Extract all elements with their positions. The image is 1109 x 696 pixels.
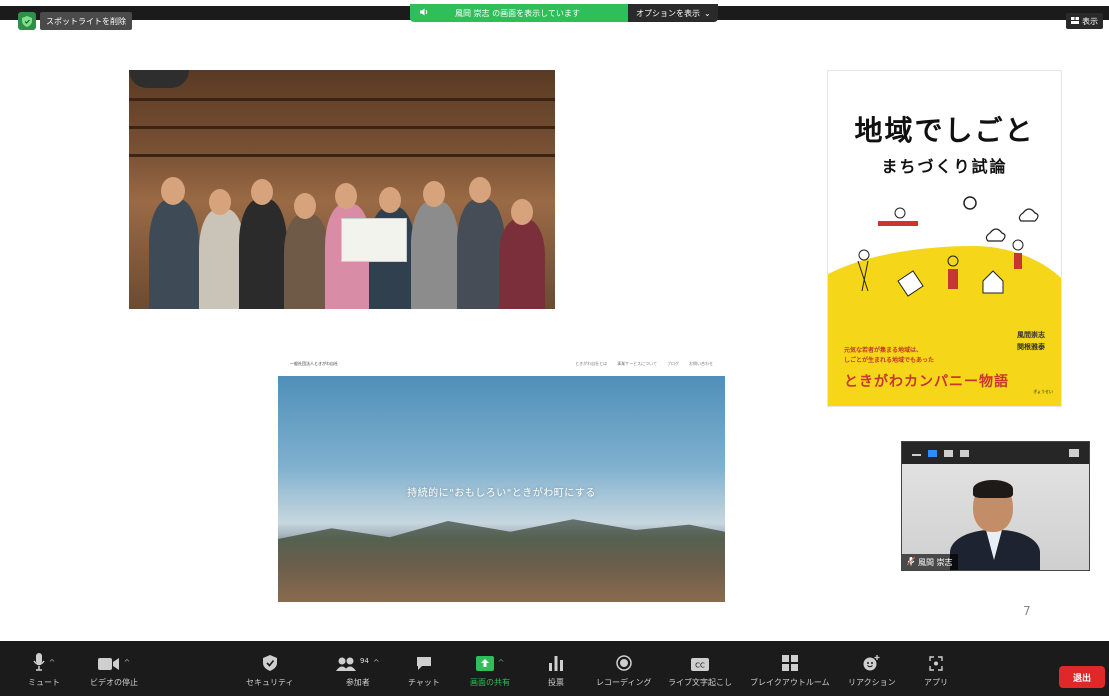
leave-meeting-button[interactable]: 退出 [1059,666,1105,688]
record-label: レコーディング [596,678,652,687]
breakout-rooms-label: ブレイクアウトルーム [750,678,830,687]
record-button[interactable]: レコーディング [596,641,651,696]
record-icon [615,655,632,671]
exit-fullscreen-icon[interactable] [1069,449,1079,457]
share-screen-icon [475,656,494,671]
live-transcript-label: ライブ文字起こし [668,678,732,687]
zoom-window: スポットライトを削除 風岡 崇志 の画面を表示しています オプションを表示 ⌄ … [0,0,1109,696]
mic-muted-icon [906,556,916,568]
website-tagline: 持続的に"おもしろい"ときがわ町にする [407,488,596,499]
message-board [341,218,407,262]
reactions-label: リアクション [848,678,896,687]
participant-video[interactable]: 風間 崇志 [901,441,1090,571]
reactions-button[interactable]: リアクション [848,641,896,696]
website-brand: 一般社団法人ときがわ自社 [290,361,338,366]
lamp [129,70,189,88]
view-options-button[interactable]: オプションを表示 ⌄ [628,4,718,22]
security-label: セキュリティ [246,678,294,687]
book-author-1: 風間崇志 [1017,331,1045,339]
shelf [129,126,555,129]
website-nav-links: ときがわ自社とは 事業サービスについて ブログ お問い合わせ [575,361,713,367]
apps-button[interactable]: アプリ [924,641,948,696]
view-options-label: オプションを表示 [636,8,700,18]
apps-icon [929,656,943,671]
book-description-line: 元気な若者が集まる地域は、 [844,347,923,354]
view-mode-button[interactable]: 表示 [1066,13,1103,29]
participants-label: 参加者 [345,678,370,687]
gallery-view-icon[interactable] [960,449,969,457]
chat-button[interactable]: チャット [408,641,440,696]
website-nav-item: 事業サービスについて [617,361,657,366]
group-photo [129,70,555,309]
participants-button[interactable]: 94 ^ 参加者 [336,641,380,696]
chevron-up-icon[interactable]: ^ [373,658,380,667]
chat-label: チャット [408,678,440,687]
share-screen-button[interactable]: ^ 画面の共有 [470,641,510,696]
security-shield-icon[interactable] [18,12,36,30]
breakout-rooms-icon [781,655,798,671]
website-mountains [278,519,725,602]
speaker-icon [420,8,429,18]
polls-label: 投票 [548,678,564,687]
view-mode-label: 表示 [1082,16,1098,26]
book-description-line: しごとが生まれる地域でもあった [844,357,935,364]
live-transcript-button[interactable]: CC ライブ文字起こし [668,641,732,696]
screen-share-banner: 風岡 崇志 の画面を表示しています オプションを表示 ⌄ [410,4,718,22]
slide-page-number: 7 [1023,604,1031,618]
strip-view-icon[interactable] [944,449,953,457]
shelf [129,98,555,101]
share-banner-text: 風岡 崇志 の画面を表示しています [455,8,580,18]
polls-button[interactable]: 投票 [548,641,564,696]
book-publisher: ぎょうせい [1033,389,1053,394]
stop-video-button[interactable]: ^ ビデオの停止 [90,641,138,696]
participants-count: 94 [360,657,369,665]
book-author-2: 関根雅泰 [1017,343,1045,351]
share-banner-status: 風岡 崇志 の画面を表示しています [410,4,628,22]
book-subtitle: まちづくり試論 [881,157,1008,176]
chevron-down-icon: ⌄ [704,8,711,18]
svg-text:CC: CC [695,662,705,670]
website-nav-item: ときがわ自社とは [575,361,608,366]
participant-name-tag: 風間 崇志 [902,554,958,570]
person-hair [973,480,1013,498]
book-description: 元気な若者が集まる地域は、 しごとが生まれる地域でもあった [844,346,934,366]
stop-video-label: ビデオの停止 [90,678,138,687]
website-nav-item: お問い合わせ [689,361,713,366]
meeting-toolbar: ^ ミュート ^ ビデオの停止 セキュリティ 94 ^ 参加者 チャット ^ 画… [0,641,1109,696]
video-controls [902,442,1089,464]
participants-icon [336,657,356,671]
share-screen-label: 画面の共有 [470,678,510,687]
speaker-view-icon[interactable] [928,449,937,457]
video-camera-icon [97,658,119,670]
book-cover: 地域でしごと まちづくり試論 風間崇志 関根雅泰 元気な若者が集まる地域は、 し… [827,70,1062,407]
polls-icon [549,656,563,671]
emoji-reaction-icon [863,655,880,671]
chat-bubble-icon [416,657,431,670]
minimize-icon[interactable] [912,454,921,456]
book-title: 地域でしごと [854,114,1035,147]
apps-label: アプリ [924,678,948,687]
book-authors: 風間崇志 関根雅泰 [1017,329,1045,353]
breakout-rooms-button[interactable]: ブレイクアウトルーム [750,641,830,696]
mute-label: ミュート [28,678,60,687]
website-screenshot: 一般社団法人ときがわ自社 ときがわ自社とは 事業サービスについて ブログ お問い… [278,352,725,602]
shield-icon [262,655,277,671]
chevron-up-icon[interactable]: ^ [498,658,505,667]
microphone-icon [33,653,45,671]
grid-view-icon [1071,16,1079,26]
security-button[interactable]: セキュリティ [246,641,294,696]
shelf [129,154,555,157]
chevron-up-icon[interactable]: ^ [49,658,56,667]
closed-caption-icon: CC [691,658,709,671]
participant-name: 風間 崇志 [918,557,953,567]
chevron-up-icon[interactable]: ^ [124,658,131,667]
spotlight-controls: スポットライトを削除 [18,12,132,30]
website-nav-item: ブログ [667,361,679,366]
remove-spotlight-button[interactable]: スポットライトを削除 [40,12,132,30]
book-bottom-title: ときがわカンパニー物語 [844,374,1009,390]
website-nav: 一般社団法人ときがわ自社 ときがわ自社とは 事業サービスについて ブログ お問い… [278,352,725,376]
book-illustration [857,196,1039,297]
mute-button[interactable]: ^ ミュート [28,641,60,696]
